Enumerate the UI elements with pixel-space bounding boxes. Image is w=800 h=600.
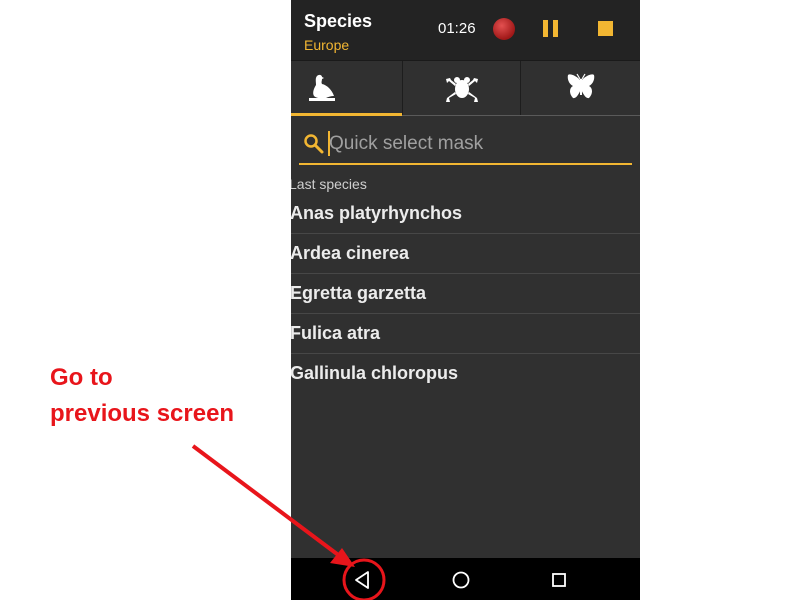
annotation-label: Go to previous screen (50, 360, 234, 432)
species-name: Anas platyrhynchos (291, 203, 463, 223)
tab-divider-line (402, 115, 640, 116)
category-tabs (291, 61, 640, 116)
region-subtitle: Europe (304, 37, 350, 53)
recents-square-icon[interactable] (546, 567, 572, 593)
butterfly-icon (567, 73, 595, 99)
annotation-line-1: Go to (50, 364, 113, 391)
list-item-species[interactable]: Anas platyrhynchos (291, 194, 640, 234)
home-circle-icon[interactable] (448, 567, 474, 593)
search-input[interactable]: Quick select mask (329, 133, 483, 155)
phone-screen: Species Europe 01:26 Quick select mask L… (291, 0, 640, 600)
list-item-species[interactable]: Egretta garzetta (291, 274, 640, 314)
list-item-species[interactable]: Fulica atra (291, 314, 640, 354)
annotation-line-2: previous screen (50, 400, 235, 427)
search-icon (304, 134, 324, 154)
android-navigation-bar (291, 558, 640, 600)
last-species-header: Last species (291, 176, 367, 192)
selected-tab-indicator (291, 113, 402, 116)
page-title: Species (304, 11, 373, 31)
record-icon[interactable] (493, 18, 515, 40)
bird-icon (309, 74, 335, 101)
list-item-species[interactable]: Gallinula chloropus (291, 354, 640, 394)
species-name: Ardea cinerea (291, 243, 410, 263)
quick-select-search[interactable]: Quick select mask (299, 127, 632, 165)
recording-timer: 01:26 (438, 20, 476, 37)
back-triangle-icon[interactable] (349, 567, 375, 593)
app-bar: Species Europe 01:26 (291, 0, 640, 61)
tab-birds[interactable] (291, 61, 402, 116)
species-list: Anas platyrhynchos Ardea cinerea Egretta… (291, 194, 640, 394)
stop-icon[interactable] (598, 21, 613, 36)
species-name: Fulica atra (291, 323, 381, 343)
species-name: Gallinula chloropus (291, 363, 459, 383)
tab-insects[interactable] (520, 61, 640, 116)
list-item-species[interactable]: Ardea cinerea (291, 234, 640, 274)
species-name: Egretta garzetta (291, 283, 427, 303)
pause-icon[interactable] (543, 20, 559, 37)
frog-icon (446, 77, 478, 102)
tab-amphibians[interactable] (402, 61, 521, 116)
